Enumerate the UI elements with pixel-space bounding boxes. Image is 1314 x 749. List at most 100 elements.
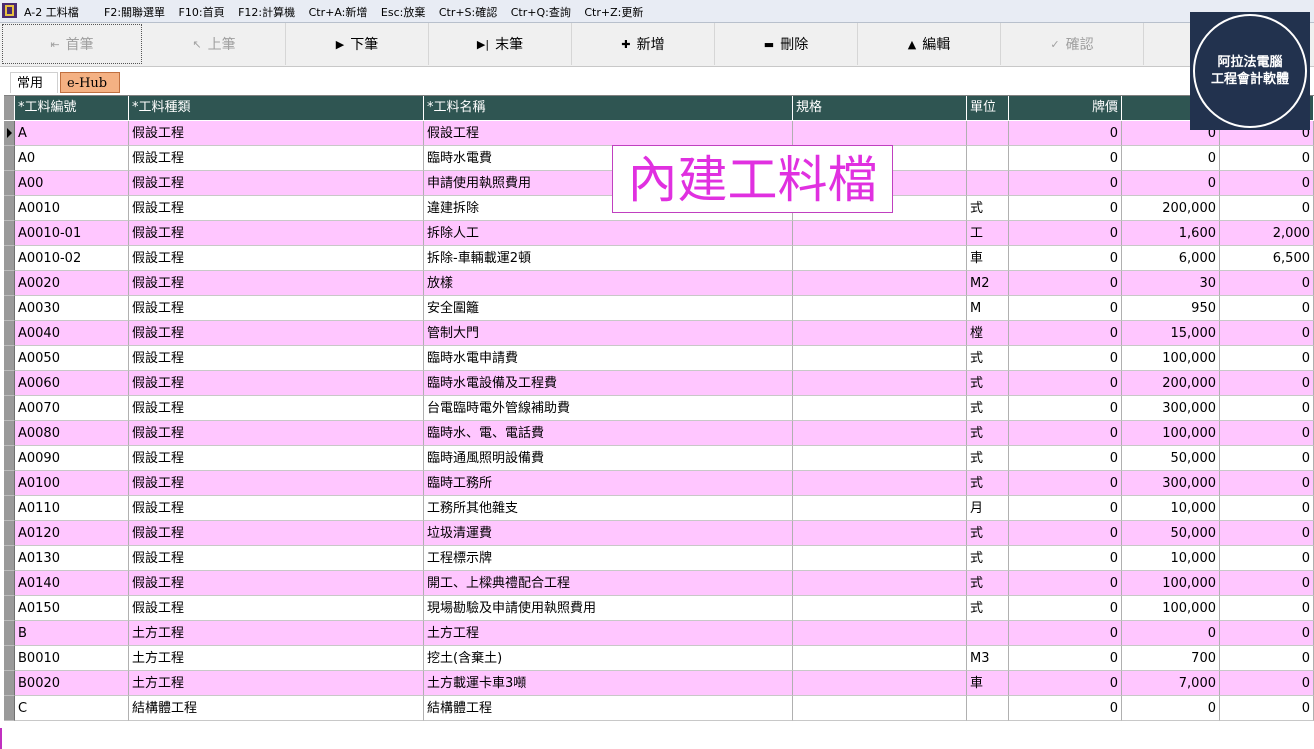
- table-row[interactable]: A0020 假設工程 放樣 M2 0 30 0: [4, 271, 1314, 296]
- row-indicator[interactable]: [4, 696, 15, 721]
- cell-category[interactable]: 假設工程: [129, 496, 424, 521]
- row-indicator[interactable]: [4, 646, 15, 671]
- cell-name[interactable]: 拆除人工: [424, 221, 793, 246]
- cell-list-price[interactable]: 0: [1009, 421, 1122, 446]
- cell-latest[interactable]: 7,000: [1122, 671, 1220, 696]
- cell-code[interactable]: A0010-01: [15, 221, 129, 246]
- cell-latest[interactable]: 0: [1122, 146, 1220, 171]
- table-row[interactable]: C 結構體工程 結構體工程 0 0 0: [4, 696, 1314, 721]
- cell-list-price[interactable]: 0: [1009, 496, 1122, 521]
- cell-spec[interactable]: [793, 271, 967, 296]
- table-row[interactable]: A0150 假設工程 現場勘驗及申請使用執照費用式 0 100,000 0: [4, 596, 1314, 621]
- cell-latest[interactable]: 10,000: [1122, 546, 1220, 571]
- first-record-button[interactable]: ⇤ 首筆: [2, 24, 142, 64]
- hotkey-add[interactable]: Ctr+A:新增: [309, 6, 368, 19]
- cell-category[interactable]: 土方工程: [129, 646, 424, 671]
- cell-unit[interactable]: 式: [967, 471, 1009, 496]
- cell-category[interactable]: 假設工程: [129, 296, 424, 321]
- tab-common[interactable]: 常用: [10, 72, 58, 93]
- cell-list-price[interactable]: 0: [1009, 546, 1122, 571]
- cell-name[interactable]: 挖土(含棄土): [424, 646, 793, 671]
- edit-button[interactable]: ▲ 編輯: [858, 23, 1001, 65]
- cell-unit[interactable]: [967, 696, 1009, 721]
- header-col-list-price[interactable]: 牌價: [1009, 96, 1122, 120]
- table-row[interactable]: A 假設工程 假設工程 0 0 0: [4, 121, 1314, 146]
- cell-list-price[interactable]: 0: [1009, 171, 1122, 196]
- cell-name[interactable]: 土方工程: [424, 621, 793, 646]
- table-row[interactable]: A0100 假設工程 臨時工務所式 0 300,000 0: [4, 471, 1314, 496]
- cell-code[interactable]: A0080: [15, 421, 129, 446]
- cell-unit[interactable]: 車: [967, 671, 1009, 696]
- cell-spec[interactable]: [793, 446, 967, 471]
- cell-latest[interactable]: 300,000: [1122, 396, 1220, 421]
- cell-unit[interactable]: 式: [967, 596, 1009, 621]
- cell-spec[interactable]: [793, 121, 967, 146]
- cell-latest[interactable]: 0: [1122, 621, 1220, 646]
- cell-name[interactable]: 臨時通風照明設備費: [424, 446, 793, 471]
- cell-price[interactable]: 0: [1220, 621, 1314, 646]
- table-row[interactable]: A0040 假設工程 管制大門樘 0 15,000 0: [4, 321, 1314, 346]
- cell-unit[interactable]: 式: [967, 521, 1009, 546]
- cell-name[interactable]: 工程標示牌: [424, 546, 793, 571]
- cell-unit[interactable]: 車: [967, 246, 1009, 271]
- hotkey-f2[interactable]: F2:關聯選單: [104, 6, 165, 19]
- cell-name[interactable]: 台電臨時電外管線補助費: [424, 396, 793, 421]
- hotkey-f12[interactable]: F12:計算機: [238, 6, 295, 19]
- cell-unit[interactable]: 式: [967, 571, 1009, 596]
- cell-spec[interactable]: [793, 521, 967, 546]
- cell-spec[interactable]: [793, 296, 967, 321]
- cell-spec[interactable]: [793, 371, 967, 396]
- cell-price[interactable]: 0: [1220, 396, 1314, 421]
- cell-code[interactable]: B0010: [15, 646, 129, 671]
- cell-name[interactable]: 管制大門: [424, 321, 793, 346]
- cell-list-price[interactable]: 0: [1009, 321, 1122, 346]
- cell-code[interactable]: B0020: [15, 671, 129, 696]
- cell-unit[interactable]: 式: [967, 421, 1009, 446]
- cell-price[interactable]: 0: [1220, 421, 1314, 446]
- table-row[interactable]: A0030 假設工程 安全圍籬 M 0 950 0: [4, 296, 1314, 321]
- cell-category[interactable]: 土方工程: [129, 621, 424, 646]
- table-row[interactable]: A0120 假設工程 垃圾清運費式 0 50,000 0: [4, 521, 1314, 546]
- cell-price[interactable]: 0: [1220, 471, 1314, 496]
- cell-unit[interactable]: 式: [967, 546, 1009, 571]
- row-indicator[interactable]: [4, 346, 15, 371]
- cell-name[interactable]: 現場勘驗及申請使用執照費用: [424, 596, 793, 621]
- cell-price[interactable]: 0: [1220, 646, 1314, 671]
- row-indicator[interactable]: [4, 521, 15, 546]
- cell-unit[interactable]: 式: [967, 446, 1009, 471]
- cell-spec[interactable]: [793, 221, 967, 246]
- cell-list-price[interactable]: 0: [1009, 446, 1122, 471]
- cell-price[interactable]: 0: [1220, 346, 1314, 371]
- cell-spec[interactable]: [793, 471, 967, 496]
- cell-latest[interactable]: 0: [1122, 171, 1220, 196]
- cell-category[interactable]: 假設工程: [129, 596, 424, 621]
- header-col-unit[interactable]: 單位: [967, 96, 1009, 120]
- table-row[interactable]: A0010-02 假設工程 拆除-車輛載運2頓 車 0 6,000 6,500: [4, 246, 1314, 271]
- cell-name[interactable]: 開工、上樑典禮配合工程: [424, 571, 793, 596]
- cell-code[interactable]: A0120: [15, 521, 129, 546]
- row-indicator[interactable]: [4, 146, 15, 171]
- cell-code[interactable]: A0010: [15, 196, 129, 221]
- cell-price[interactable]: 0: [1220, 196, 1314, 221]
- cell-price[interactable]: 0: [1220, 296, 1314, 321]
- cell-code[interactable]: A0100: [15, 471, 129, 496]
- cell-category[interactable]: 結構體工程: [129, 696, 424, 721]
- cell-latest[interactable]: 100,000: [1122, 421, 1220, 446]
- cell-list-price[interactable]: 0: [1009, 396, 1122, 421]
- cell-name[interactable]: 假設工程: [424, 121, 793, 146]
- cell-price[interactable]: 6,500: [1220, 246, 1314, 271]
- cell-unit[interactable]: [967, 146, 1009, 171]
- hotkey-query[interactable]: Ctr+Q:查詢: [511, 6, 571, 19]
- cell-list-price[interactable]: 0: [1009, 471, 1122, 496]
- cell-spec[interactable]: [793, 546, 967, 571]
- cell-price[interactable]: 0: [1220, 371, 1314, 396]
- cell-list-price[interactable]: 0: [1009, 196, 1122, 221]
- header-col-name[interactable]: *工料名稱: [424, 96, 793, 120]
- cell-list-price[interactable]: 0: [1009, 296, 1122, 321]
- cell-price[interactable]: 0: [1220, 146, 1314, 171]
- cell-category[interactable]: 假設工程: [129, 246, 424, 271]
- cell-category[interactable]: 假設工程: [129, 421, 424, 446]
- cell-category[interactable]: 假設工程: [129, 196, 424, 221]
- row-indicator[interactable]: [4, 571, 15, 596]
- cell-name[interactable]: 放樣: [424, 271, 793, 296]
